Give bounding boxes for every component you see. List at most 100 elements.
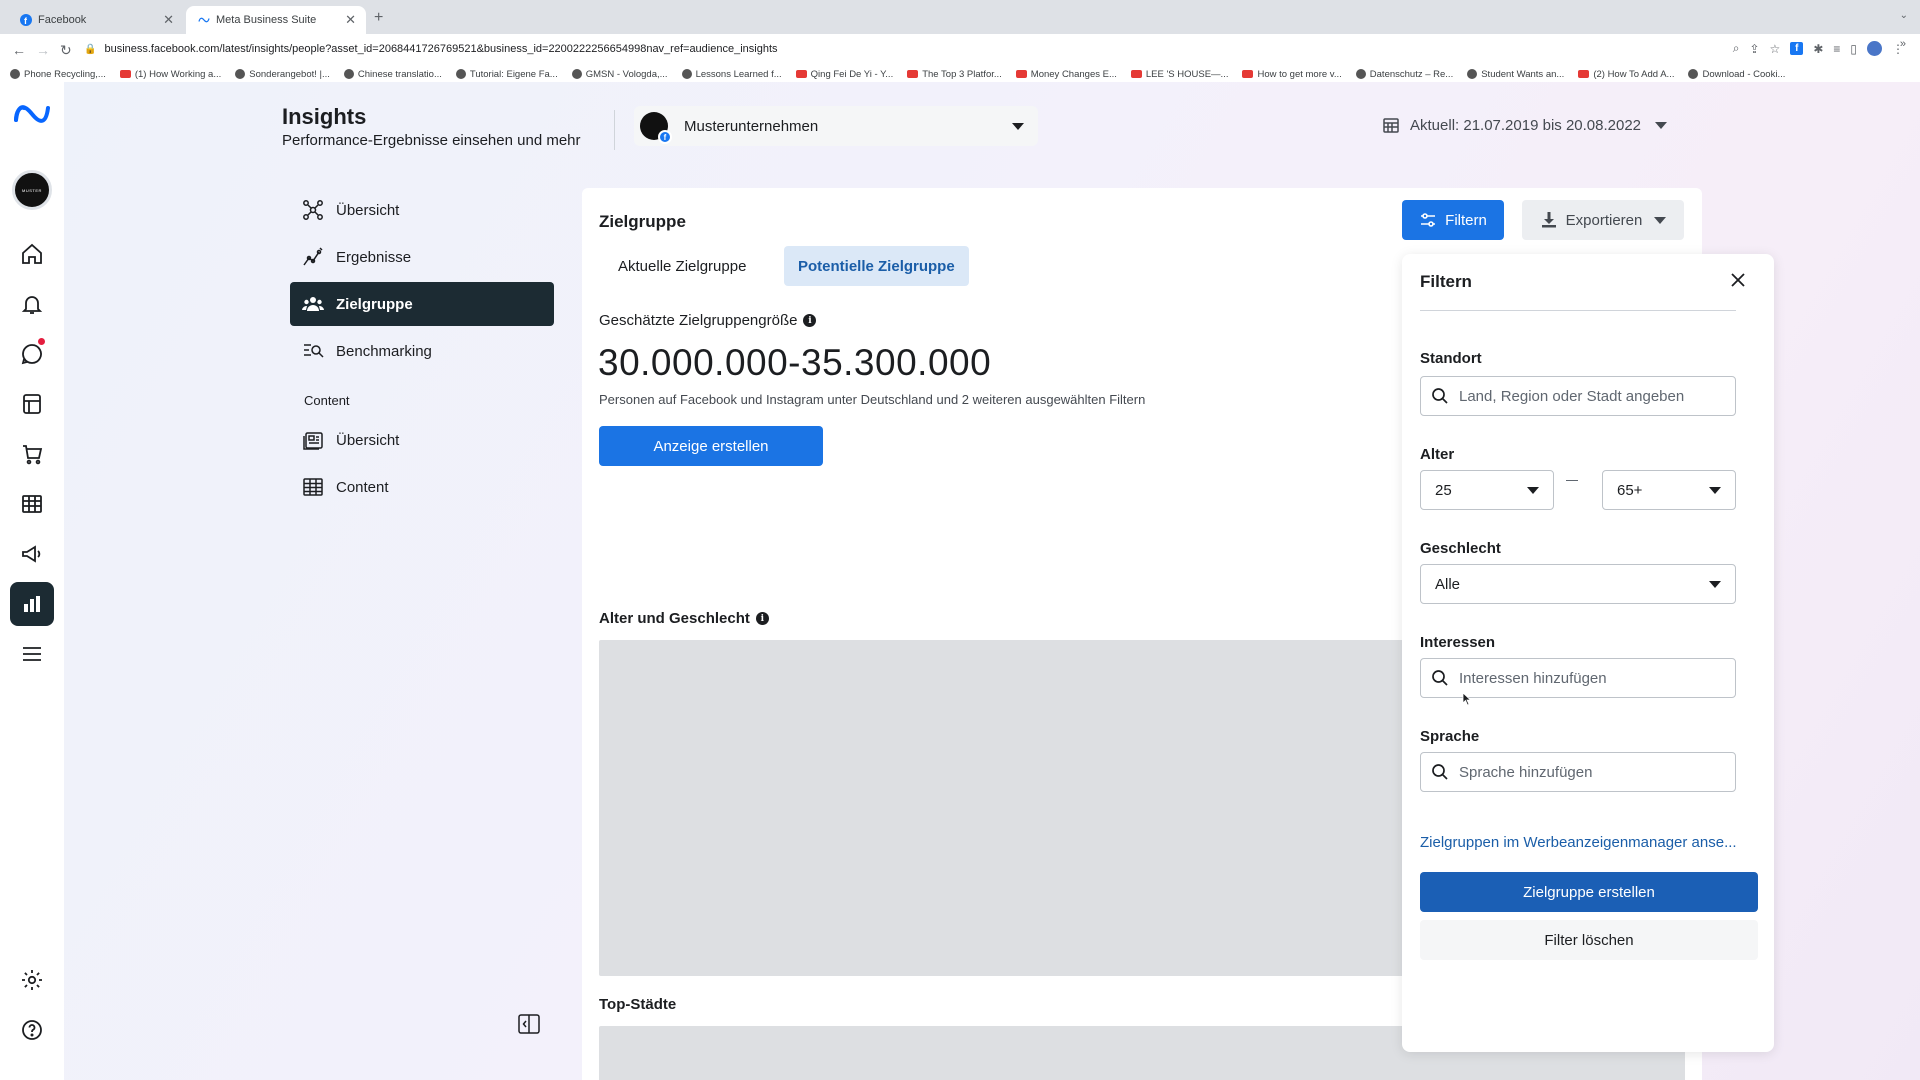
- language-input[interactable]: Sprache hinzufügen: [1420, 752, 1736, 792]
- inbox-chat-icon[interactable]: [10, 332, 54, 376]
- tab-close-icon[interactable]: ✕: [345, 12, 356, 28]
- profile-avatar-icon[interactable]: [1867, 41, 1882, 56]
- bookmark-item[interactable]: Datenschutz – Re...: [1355, 69, 1453, 80]
- browser-extensions: ⌕ ⇪ ☆ f ✱ ≡ ▯ ⋮: [1733, 41, 1904, 56]
- bookmark-item[interactable]: Money Changes E...: [1015, 68, 1117, 80]
- gender-label: Geschlecht: [1420, 540, 1501, 557]
- tab-potential-audience[interactable]: Potentielle Zielgruppe: [784, 246, 969, 286]
- create-audience-button[interactable]: Zielgruppe erstellen: [1420, 872, 1758, 912]
- bookmark-item[interactable]: Sonderangebot! |...: [235, 69, 330, 80]
- reload-icon[interactable]: ↻: [60, 42, 72, 59]
- age-to-select[interactable]: 65+: [1602, 470, 1736, 510]
- bookmark-label: Tutorial: Eigene Fa...: [469, 68, 558, 80]
- interests-placeholder: Interessen hinzufügen: [1459, 669, 1607, 687]
- ads-manager-link[interactable]: Zielgruppen im Werbeanzeigenmanager anse…: [1420, 834, 1760, 851]
- bookmark-item[interactable]: (2) How To Add A...: [1578, 69, 1674, 80]
- bookmark-item[interactable]: Lessons Learned f...: [681, 68, 782, 80]
- page-title: Insights: [282, 104, 367, 129]
- help-question-icon[interactable]: [10, 1008, 54, 1052]
- side-panel-icon[interactable]: ▯: [1850, 42, 1857, 56]
- bookmarks-overflow-icon[interactable]: »: [1900, 38, 1906, 50]
- sliders-icon: [1421, 213, 1436, 227]
- meta-logo-icon[interactable]: [12, 102, 52, 126]
- sidebar-item-content[interactable]: Content: [290, 465, 554, 509]
- clear-filters-button[interactable]: Filter löschen: [1420, 920, 1758, 960]
- new-tab-icon[interactable]: +: [374, 9, 383, 27]
- info-icon[interactable]: i: [755, 612, 769, 625]
- sidebar-item-audience[interactable]: Zielgruppe: [290, 282, 554, 326]
- tab-search-chevron-icon[interactable]: ⌄: [1900, 10, 1908, 21]
- bookmark-item[interactable]: Tutorial: Eigene Fa...: [455, 68, 558, 80]
- notifications-bell-icon[interactable]: [10, 282, 54, 326]
- sidebar-item-label: Übersicht: [336, 201, 400, 219]
- bookmark-item[interactable]: Qing Fei De Yi - Y...: [795, 69, 893, 80]
- bookmark-label: The Top 3 Platfor...: [922, 68, 1002, 80]
- bookmark-item[interactable]: How to get more v...: [1242, 68, 1342, 80]
- bookmark-label: How to get more v...: [1257, 68, 1342, 80]
- home-icon[interactable]: [10, 232, 54, 276]
- location-input[interactable]: Land, Region oder Stadt angeben: [1420, 376, 1736, 416]
- close-icon[interactable]: [1728, 270, 1748, 290]
- facebook-favicon-icon: f: [20, 14, 32, 26]
- tab-label: Meta Business Suite: [216, 14, 317, 26]
- bookmark-label: Student Wants an...: [1481, 68, 1565, 80]
- sidebar-item-benchmarking[interactable]: Benchmarking: [290, 329, 554, 373]
- bookmark-label: Phone Recycling,...: [24, 68, 106, 80]
- bookmark-item[interactable]: Student Wants an...: [1467, 69, 1564, 80]
- zoom-icon[interactable]: ⌕: [1733, 41, 1740, 56]
- facebook-extension-icon[interactable]: f: [1790, 42, 1804, 55]
- account-selector[interactable]: f Musterunternehmen: [634, 106, 1038, 146]
- shopping-cart-icon[interactable]: [10, 432, 54, 476]
- bookmark-item[interactable]: Phone Recycling,...: [10, 69, 106, 80]
- sidebar-item-results[interactable]: Ergebnisse: [290, 235, 554, 279]
- calendar-icon: [1383, 118, 1399, 133]
- bookmark-item[interactable]: (1) How Working a...: [119, 68, 222, 80]
- bookmark-label: Lessons Learned f...: [695, 68, 782, 80]
- back-icon[interactable]: ←: [12, 42, 26, 58]
- bookmark-item[interactable]: Download - Cooki...: [1688, 69, 1785, 80]
- bookmark-label: GMSN - Vologda,...: [585, 68, 668, 80]
- filter-panel-title: Filtern: [1420, 272, 1472, 291]
- age-gender-title: Alter und Geschlecht: [599, 610, 750, 627]
- bookmark-label: Chinese translatio...: [357, 68, 442, 80]
- tab-current-audience[interactable]: Aktuelle Zielgruppe: [604, 246, 760, 286]
- account-avatar-small: f: [640, 112, 672, 144]
- megaphone-ads-icon[interactable]: [10, 532, 54, 576]
- table-grid-icon[interactable]: [10, 482, 54, 526]
- browser-tab-facebook[interactable]: f Facebook ✕: [8, 6, 184, 34]
- sidebar-item-content-overview[interactable]: Übersicht: [290, 418, 554, 462]
- sidebar-item-overview[interactable]: Übersicht: [290, 188, 554, 232]
- all-tools-menu-icon[interactable]: [10, 632, 54, 676]
- create-ad-button[interactable]: Anzeige erstellen: [599, 426, 823, 466]
- collapse-sidebar-icon[interactable]: [518, 1014, 540, 1034]
- account-avatar[interactable]: MUSTER: [12, 170, 52, 210]
- bookmark-star-icon[interactable]: ☆: [1770, 42, 1781, 56]
- posts-pages-icon[interactable]: [10, 382, 54, 426]
- settings-gear-icon[interactable]: [10, 958, 54, 1002]
- age-gender-title-row: Alter und Geschlecht i: [599, 610, 769, 627]
- bookmark-item[interactable]: The Top 3 Platfor...: [907, 69, 1002, 80]
- age-from-select[interactable]: 25: [1420, 470, 1554, 510]
- caret-down-icon: [1709, 486, 1721, 494]
- interests-label: Interessen: [1420, 634, 1496, 651]
- address-bar[interactable]: 🔒 business.facebook.com/latest/insights/…: [84, 38, 1724, 60]
- bookmark-item[interactable]: Chinese translatio...: [343, 68, 442, 80]
- gender-select[interactable]: Alle: [1420, 564, 1736, 604]
- sidebar-item-label: Content: [336, 478, 389, 496]
- insights-bar-chart-icon[interactable]: [10, 582, 54, 626]
- browser-tab-meta-business-suite[interactable]: Meta Business Suite ✕: [186, 6, 366, 34]
- export-button[interactable]: Exportieren: [1522, 200, 1684, 240]
- bookmark-label: Money Changes E...: [1030, 68, 1117, 80]
- reading-list-icon[interactable]: ≡: [1833, 42, 1840, 56]
- tab-close-icon[interactable]: ✕: [163, 12, 174, 28]
- account-name: Musterunternehmen: [684, 117, 819, 135]
- filter-button[interactable]: Filtern: [1402, 200, 1504, 240]
- extensions-puzzle-icon[interactable]: ✱: [1813, 42, 1823, 56]
- bookmark-item[interactable]: GMSN - Vologda,...: [571, 68, 668, 80]
- share-icon[interactable]: ⇪: [1749, 42, 1759, 56]
- forward-icon[interactable]: →: [36, 42, 50, 58]
- bookmark-item[interactable]: LEE 'S HOUSE—...: [1130, 69, 1228, 80]
- info-icon[interactable]: i: [803, 314, 817, 327]
- date-range-selector[interactable]: Aktuell: 21.07.2019 bis 20.08.2022: [1382, 116, 1668, 134]
- bookmark-label: (1) How Working a...: [134, 68, 222, 80]
